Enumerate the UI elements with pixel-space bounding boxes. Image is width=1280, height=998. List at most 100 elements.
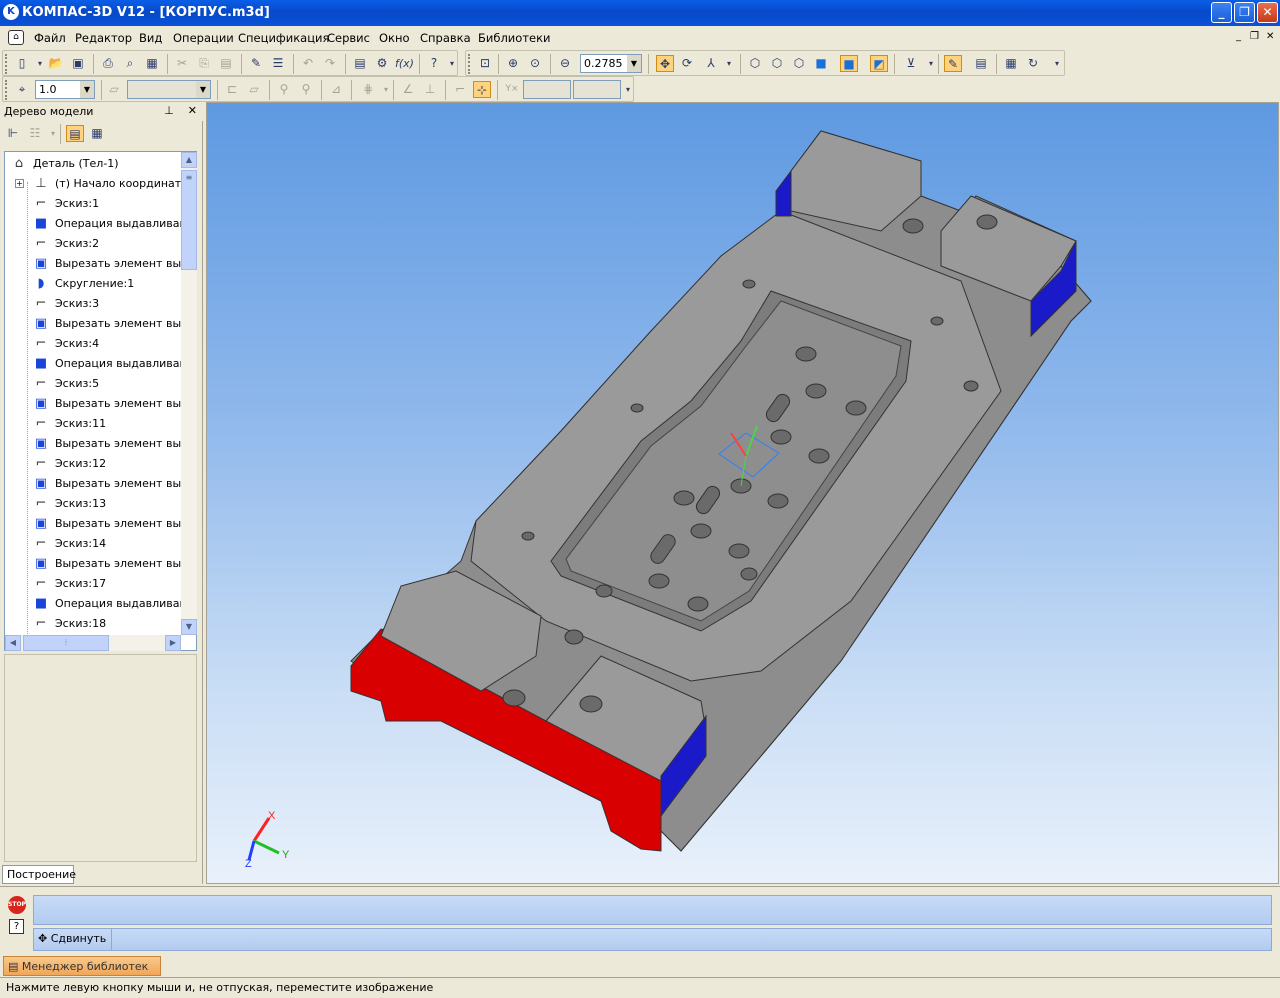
cut-icon[interactable]: ✂ [173, 55, 191, 72]
tree-item[interactable]: ▣ Вырезать элемент выд [5, 254, 181, 274]
model-viewport[interactable]: X Y Z [206, 102, 1279, 884]
tree-item[interactable]: ■ Операция выдавливани [5, 214, 181, 234]
redo-icon[interactable]: ↷ [321, 55, 339, 72]
scroll-down-icon[interactable]: ▼ [181, 619, 197, 635]
tree-item[interactable]: ⌐ Эскиз:4 [5, 334, 181, 354]
magnet-icon[interactable]: ⚲ [297, 81, 315, 98]
zoom-in-icon[interactable]: ⊕ [504, 55, 522, 72]
maximize-button[interactable]: ❐ [1234, 2, 1255, 23]
tree-split-icon[interactable]: ▦ [88, 125, 106, 142]
tree-item[interactable]: ⌐ Эскиз:14 [5, 534, 181, 554]
shaded-icon[interactable]: ■ [812, 55, 830, 72]
stop-button[interactable]: STOP [8, 896, 26, 914]
line-width-field[interactable]: 1.0 ▼ [35, 80, 95, 99]
refresh-icon[interactable]: ↻ [1024, 55, 1042, 72]
rebuild-icon[interactable]: ▦ [1002, 55, 1020, 72]
library-icon[interactable]: ▤ [972, 55, 990, 72]
expand-icon[interactable]: + [15, 179, 24, 188]
preview-icon[interactable]: ▦ [143, 55, 161, 72]
save-icon[interactable]: ▣ [69, 55, 87, 72]
orientation-icon[interactable]: ⅄ [702, 55, 720, 72]
help-button[interactable]: ? [9, 919, 24, 934]
plane-icon[interactable]: ▱ [245, 81, 263, 98]
tree-item[interactable]: ▣ Вырезать элемент выд [5, 314, 181, 334]
orientation-dropdown-icon[interactable]: ▾ [720, 55, 738, 72]
shaded-edges-icon[interactable]: ■ [840, 55, 858, 72]
cursor-snap-icon[interactable]: ⊹ [473, 81, 491, 98]
tree-item[interactable]: ▣ Вырезать элемент выд [5, 514, 181, 534]
scroll-left-icon[interactable]: ◀ [5, 635, 21, 651]
wireframe-icon[interactable]: ⬡ [746, 55, 764, 72]
close-button[interactable]: ✕ [1257, 2, 1278, 23]
pin-icon[interactable]: ⊥ [164, 104, 174, 117]
local-cs-icon[interactable]: ⊏ [223, 81, 241, 98]
state-toolbar-options-icon[interactable]: ▾ [619, 81, 637, 98]
tree-structure-icon[interactable]: ⊩ [4, 125, 22, 142]
menu-libraries[interactable]: Библиотеки [478, 31, 551, 45]
tree-item[interactable]: ⌐ Эскиз:11 [5, 414, 181, 434]
hscroll-thumb[interactable]: ⦙ [23, 635, 109, 651]
toolbar-options-icon[interactable]: ▾ [443, 55, 461, 72]
line-width-dropdown-icon[interactable]: ▼ [80, 81, 94, 98]
tree-root-part[interactable]: ⌂ Деталь (Тел-1) [5, 154, 181, 174]
menu-specification[interactable]: Спецификация [238, 31, 329, 45]
xy-coords-icon[interactable]: Y⨯ [503, 81, 521, 98]
zoom-scale-icon[interactable]: ⊖ [556, 55, 574, 72]
doc-restore-icon[interactable]: ❐ [1250, 31, 1259, 42]
tree-item[interactable]: + ⊥ (т) Начало координат [5, 174, 181, 194]
tree-item[interactable]: ⌐ Эскиз:1 [5, 194, 181, 214]
coords-icon[interactable]: ⊥ [421, 81, 439, 98]
copy-icon[interactable]: ⎘ [195, 55, 213, 72]
y-coord-field[interactable] [573, 80, 621, 99]
document-icon[interactable]: ⌂ [8, 30, 24, 45]
variables-fx-icon[interactable]: f(x) [395, 55, 414, 72]
open-folder-icon[interactable]: 📂 [47, 55, 65, 72]
pan-icon[interactable]: ✥ [656, 55, 674, 72]
model-canvas[interactable]: X Y Z [207, 103, 1279, 884]
menu-service[interactable]: Сервис [327, 31, 370, 45]
properties-brush-icon[interactable]: ✎ [247, 55, 265, 72]
tree-item[interactable]: ◗ Скругление:1 [5, 274, 181, 294]
tree-settings-icon[interactable]: ⚙ [373, 55, 391, 72]
help-pointer-icon[interactable]: ? [425, 55, 443, 72]
minimize-button[interactable]: _ [1211, 2, 1232, 23]
rotate-icon[interactable]: ⟳ [678, 55, 696, 72]
grid-icon[interactable]: ⋕ [359, 81, 377, 98]
scroll-thumb[interactable]: ≡ [181, 170, 197, 270]
tree-item[interactable]: ⌐ Эскиз:18 [5, 614, 181, 634]
tree-item[interactable]: ■ Операция выдавливани [5, 594, 181, 614]
print-icon[interactable]: ⎙ [99, 55, 117, 72]
filter-icon[interactable]: ⊻ [902, 55, 920, 72]
tree-item[interactable]: ▣ Вырезать элемент выд [5, 474, 181, 494]
tree-horizontal-scrollbar[interactable]: ◀ ⦙ ▶ [5, 635, 181, 651]
tree-item[interactable]: ▣ Вырезать элемент выд [5, 394, 181, 414]
tab-move[interactable]: ✥ Сдвинуть [34, 929, 112, 950]
layer-icon[interactable]: ▱ [105, 81, 123, 98]
menu-help[interactable]: Справка [420, 31, 471, 45]
doc-close-icon[interactable]: ✕ [1266, 31, 1274, 42]
tree-item[interactable]: ⌐ Эскиз:3 [5, 294, 181, 314]
tree-item[interactable]: ▣ Вырезать элемент выд [5, 434, 181, 454]
tree-item[interactable]: ⌐ Эскиз:12 [5, 454, 181, 474]
x-coord-field[interactable] [523, 80, 571, 99]
ortho-icon[interactable]: ⊿ [327, 81, 345, 98]
step-icon[interactable]: ⌐ [451, 81, 469, 98]
tree-item[interactable]: ⌐ Эскиз:13 [5, 494, 181, 514]
zoom-window-icon[interactable]: ⊙ [526, 55, 544, 72]
tree-vertical-scrollbar[interactable]: ▲ ≡ ▼ [181, 152, 197, 635]
tree-item[interactable]: ⌐ Эскиз:5 [5, 374, 181, 394]
hidden-lines-icon[interactable]: ⬡ [768, 55, 786, 72]
menu-file[interactable]: Файл [34, 31, 66, 45]
tree-item[interactable]: ⌐ Эскиз:17 [5, 574, 181, 594]
snap-icon[interactable]: ⚲ [275, 81, 293, 98]
paste-icon[interactable]: ▤ [217, 55, 235, 72]
menu-operations[interactable]: Операции [173, 31, 234, 45]
view-toolbar-options-icon[interactable]: ▾ [1048, 55, 1066, 72]
undo-icon[interactable]: ↶ [299, 55, 317, 72]
tree-item[interactable]: ▣ Вырезать элемент выд [5, 554, 181, 574]
tab-construction[interactable]: Построение [2, 865, 76, 884]
scroll-right-icon[interactable]: ▶ [165, 635, 181, 651]
list-icon[interactable]: ☰ [269, 55, 287, 72]
doc-minimize-icon[interactable]: _ [1236, 31, 1241, 42]
zoom-scale-field[interactable]: 0.2785 ▼ [580, 54, 642, 73]
